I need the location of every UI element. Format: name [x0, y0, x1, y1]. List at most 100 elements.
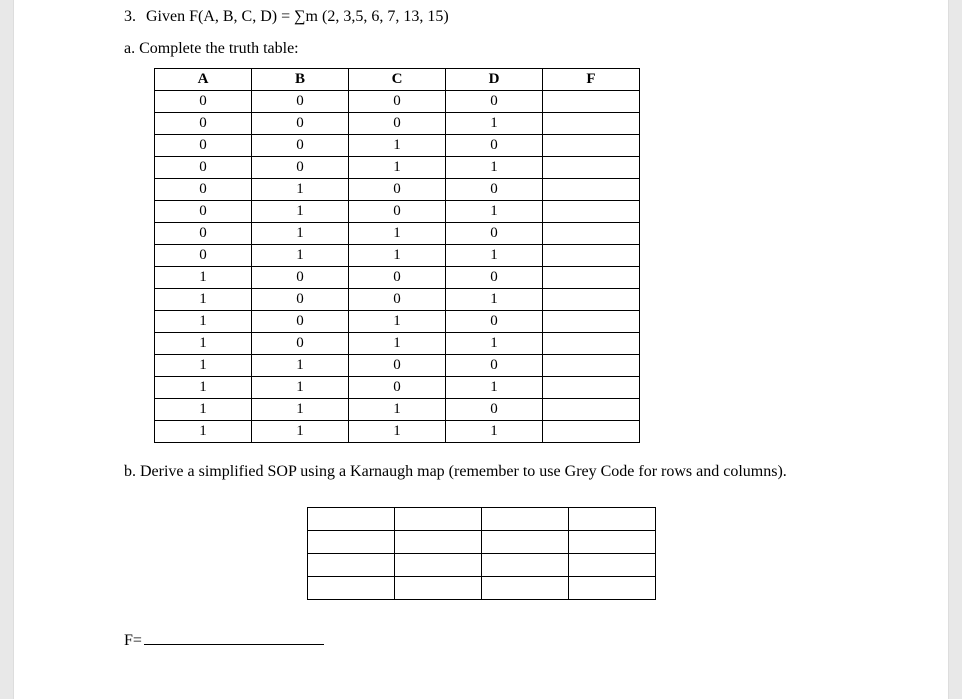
- table-cell: 1: [252, 399, 349, 421]
- table-cell: 1: [446, 245, 543, 267]
- table-cell: 0: [349, 201, 446, 223]
- table-cell: [543, 179, 640, 201]
- table-cell: 0: [446, 91, 543, 113]
- table-cell: 0: [155, 91, 252, 113]
- truth-table: A B C D F 000000010010001101000101011001…: [154, 68, 640, 443]
- table-cell: [543, 421, 640, 443]
- table-cell: 0: [155, 223, 252, 245]
- table-cell: 0: [349, 377, 446, 399]
- table-cell: 0: [252, 113, 349, 135]
- question-number: 3.: [124, 8, 142, 26]
- kmap-cell: [481, 576, 568, 599]
- table-cell: 0: [252, 289, 349, 311]
- kmap-cell: [307, 576, 394, 599]
- kmap-cell: [307, 553, 394, 576]
- answer-line: F=: [124, 630, 838, 650]
- table-cell: 0: [446, 399, 543, 421]
- table-cell: 1: [446, 289, 543, 311]
- table-cell: 1: [446, 333, 543, 355]
- table-cell: 1: [252, 201, 349, 223]
- table-cell: 0: [446, 135, 543, 157]
- table-cell: 1: [155, 289, 252, 311]
- kmap-cell: [568, 507, 655, 530]
- table-cell: [543, 311, 640, 333]
- table-cell: 0: [446, 355, 543, 377]
- kmap-cell: [568, 530, 655, 553]
- table-cell: 0: [252, 333, 349, 355]
- table-cell: 0: [155, 201, 252, 223]
- table-cell: 1: [252, 179, 349, 201]
- table-cell: [543, 201, 640, 223]
- table-cell: 1: [252, 377, 349, 399]
- table-cell: [543, 267, 640, 289]
- table-cell: 0: [252, 135, 349, 157]
- table-row: 1011: [155, 333, 640, 355]
- table-cell: 1: [155, 267, 252, 289]
- table-cell: 1: [349, 245, 446, 267]
- question-text: Given F(A, B, C, D) = ∑m (2, 3,5, 6, 7, …: [146, 8, 449, 25]
- kmap-cell: [307, 530, 394, 553]
- kmap-cell: [568, 576, 655, 599]
- table-cell: 0: [155, 113, 252, 135]
- table-cell: [543, 377, 640, 399]
- table-cell: 0: [252, 311, 349, 333]
- question-line: 3. Given F(A, B, C, D) = ∑m (2, 3,5, 6, …: [124, 8, 838, 26]
- part-b-label: b. Derive a simplified SOP using a Karna…: [124, 461, 838, 483]
- paper-sheet: 3. Given F(A, B, C, D) = ∑m (2, 3,5, 6, …: [14, 0, 948, 699]
- table-row: 0100: [155, 179, 640, 201]
- table-cell: 0: [252, 91, 349, 113]
- table-cell: 1: [349, 333, 446, 355]
- table-cell: [543, 157, 640, 179]
- table-cell: 0: [155, 135, 252, 157]
- table-row: 0111: [155, 245, 640, 267]
- table-cell: 1: [155, 377, 252, 399]
- table-cell: [543, 135, 640, 157]
- table-cell: 0: [252, 267, 349, 289]
- table-cell: 1: [349, 421, 446, 443]
- truth-table-header-row: A B C D F: [155, 69, 640, 91]
- table-cell: 1: [349, 223, 446, 245]
- table-cell: [543, 113, 640, 135]
- table-cell: 1: [252, 245, 349, 267]
- kmap-row: [307, 507, 655, 530]
- kmap-table: [307, 507, 656, 600]
- table-row: 0010: [155, 135, 640, 157]
- table-cell: 1: [155, 355, 252, 377]
- table-row: 0001: [155, 113, 640, 135]
- col-header-d: D: [446, 69, 543, 91]
- table-cell: 0: [349, 355, 446, 377]
- table-cell: [543, 245, 640, 267]
- answer-blank: [144, 630, 324, 645]
- table-cell: 0: [252, 157, 349, 179]
- table-cell: 1: [349, 135, 446, 157]
- table-cell: 0: [446, 223, 543, 245]
- kmap-cell: [394, 553, 481, 576]
- table-row: 1111: [155, 421, 640, 443]
- kmap-cell: [394, 507, 481, 530]
- table-cell: 1: [349, 157, 446, 179]
- part-a-label: a. Complete the truth table:: [124, 40, 838, 58]
- table-cell: 1: [349, 311, 446, 333]
- col-header-a: A: [155, 69, 252, 91]
- kmap-cell: [481, 553, 568, 576]
- table-row: 0011: [155, 157, 640, 179]
- table-cell: [543, 355, 640, 377]
- answer-prefix: F=: [124, 632, 142, 649]
- table-cell: 1: [446, 377, 543, 399]
- table-cell: 1: [446, 201, 543, 223]
- table-cell: 1: [446, 113, 543, 135]
- table-cell: 0: [446, 311, 543, 333]
- kmap-cell: [481, 530, 568, 553]
- table-row: 0110: [155, 223, 640, 245]
- table-cell: 1: [155, 399, 252, 421]
- table-cell: [543, 91, 640, 113]
- table-cell: 0: [349, 267, 446, 289]
- table-row: 1101: [155, 377, 640, 399]
- kmap-cell: [481, 507, 568, 530]
- table-cell: 1: [252, 355, 349, 377]
- kmap-cell: [568, 553, 655, 576]
- table-cell: 0: [446, 179, 543, 201]
- kmap-row: [307, 576, 655, 599]
- table-cell: [543, 223, 640, 245]
- table-cell: 1: [155, 311, 252, 333]
